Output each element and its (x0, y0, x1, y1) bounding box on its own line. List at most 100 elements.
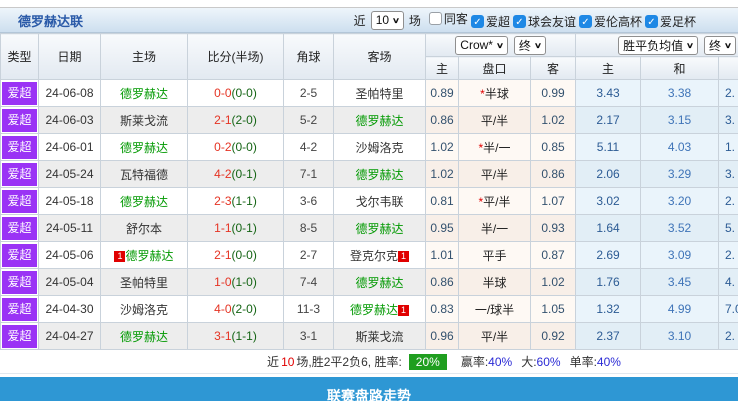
euro-away-odds: 3. (719, 107, 738, 134)
home-team-name[interactable]: 德罗赫达 (120, 141, 168, 155)
fulltime-score: 4-2 (214, 167, 231, 181)
away-team-name[interactable]: 沙姆洛克 (355, 141, 403, 155)
halftime-score: (0-1) (232, 221, 257, 235)
stat-value: 40% (488, 355, 512, 369)
score-cell: 4-2(0-1) (188, 161, 284, 188)
away-team-name[interactable]: 戈尔韦联 (355, 195, 403, 209)
section-header-league-trend[interactable]: 联赛盘路走势 (0, 377, 738, 401)
col-header-date: 日期 (39, 34, 101, 80)
filter-checkbox[interactable]: ✓爱超 (471, 13, 510, 30)
away-team-name[interactable]: 斯莱戈流 (355, 330, 403, 344)
checkbox-checked-icon[interactable]: ✓ (513, 15, 526, 28)
away-team-name[interactable]: 德罗赫达 (355, 276, 403, 290)
league-badge[interactable]: 爱超 (2, 271, 37, 294)
away-team-name[interactable]: 德罗赫达 (355, 222, 403, 236)
europe-odds-selects: 胜平负均值 ∨ 终 ∨ (576, 34, 738, 57)
league-cell: 爱超 (1, 107, 39, 134)
league-badge[interactable]: 爱超 (2, 217, 37, 240)
home-team-cell: 沙姆洛克 (101, 296, 188, 323)
checkbox-checked-icon[interactable]: ✓ (645, 15, 658, 28)
league-badge[interactable]: 爱超 (2, 82, 37, 105)
league-badge[interactable]: 爱超 (2, 298, 37, 321)
league-cell: 爱超 (1, 188, 39, 215)
europe-company-select[interactable]: 胜平负均值 ∨ (618, 36, 698, 55)
handicap-text: 平/半 (481, 330, 508, 344)
away-team-cell: 戈尔韦联 (334, 188, 426, 215)
filter-checkbox[interactable]: ✓爱足杯 (645, 13, 696, 30)
home-team-name[interactable]: 德罗赫达 (120, 87, 168, 101)
match-date: 24-06-01 (39, 134, 101, 161)
asia-away-odds: 0.87 (531, 242, 576, 269)
home-team-name[interactable]: 德罗赫达 (120, 195, 168, 209)
away-team-name[interactable]: 德罗赫达 (355, 114, 403, 128)
asia-home-odds: 0.86 (426, 107, 459, 134)
halftime-score: (0-1) (232, 167, 257, 181)
score-cell: 3-1(1-1) (188, 323, 284, 350)
home-team-name[interactable]: 德罗赫达 (120, 330, 168, 344)
summary-stat: 大:60% (521, 353, 560, 370)
league-badge[interactable]: 爱超 (2, 190, 37, 213)
col-header-euro-home: 主 (576, 57, 641, 80)
euro-home-odds: 1.76 (576, 269, 641, 296)
filter-checkbox[interactable]: ✓爱伦高杯 (579, 13, 642, 30)
away-team-name[interactable]: 圣帕特里 (355, 87, 403, 101)
col-header-away: 客场 (334, 34, 426, 80)
handicap-cell: 平/半 (459, 107, 531, 134)
home-team-cell: 德罗赫达 (101, 188, 188, 215)
league-badge[interactable]: 爱超 (2, 163, 37, 186)
asia-company-select[interactable]: Crow* ∨ (455, 36, 508, 55)
handicap-cell: *半/一 (459, 134, 531, 161)
col-header-corner: 角球 (284, 34, 334, 80)
league-badge[interactable]: 爱超 (2, 325, 37, 348)
away-team-cell: 斯莱戈流 (334, 323, 426, 350)
home-team-name[interactable]: 德罗赫达 (125, 249, 173, 263)
filter-checkbox[interactable]: 同客 (429, 10, 468, 27)
home-team-name[interactable]: 瓦特福德 (120, 168, 168, 182)
away-team-name[interactable]: 登克尔克 (350, 249, 398, 263)
league-badge[interactable]: 爱超 (2, 136, 37, 159)
corner-count: 3-1 (284, 323, 334, 350)
checkbox-checked-icon[interactable]: ✓ (579, 15, 592, 28)
match-date: 24-04-27 (39, 323, 101, 350)
chevron-down-icon: ∨ (496, 41, 504, 50)
filter-checkbox[interactable]: ✓球会友谊 (513, 13, 576, 30)
home-team-name[interactable]: 舒尔本 (126, 222, 162, 236)
home-team-cell: 德罗赫达 (101, 323, 188, 350)
away-team-name[interactable]: 德罗赫达 (355, 168, 403, 182)
home-team-name[interactable]: 沙姆洛克 (120, 303, 168, 317)
match-history-table: 类型 日期 主场 比分(半场) 角球 客场 Crow* ∨ 终 ∨ (0, 33, 738, 350)
asia-time-select[interactable]: 终 ∨ (514, 36, 546, 55)
chevron-down-icon: ∨ (534, 41, 542, 50)
stat-label: 赢率: (461, 355, 488, 369)
away-team-name[interactable]: 德罗赫达 (350, 303, 398, 317)
asia-home-odds: 0.95 (426, 215, 459, 242)
corner-count: 11-3 (284, 296, 334, 323)
match-row: 爱超 24-06-01 德罗赫达 0-2(0-0) 4-2 沙姆洛克 1.02 … (1, 134, 738, 161)
europe-time-select[interactable]: 终 ∨ (704, 36, 736, 55)
checkbox-checked-icon[interactable]: ✓ (471, 15, 484, 28)
red-card-badge: 1 (114, 251, 125, 262)
checkbox-unchecked-icon[interactable] (429, 12, 442, 25)
summary-bar: 近10场,胜2平2负6, 胜率: 20% 赢率:40% 大:60% 单率:40% (0, 350, 738, 373)
fulltime-score: 0-0 (214, 86, 231, 100)
match-row: 爱超 24-06-08 德罗赫达 0-0(0-0) 2-5 圣帕特里 0.89 … (1, 80, 738, 107)
europe-time-value: 终 (709, 37, 721, 54)
asia-home-odds: 1.02 (426, 134, 459, 161)
score-cell: 2-1(0-0) (188, 242, 284, 269)
odds-history-panel: 德罗赫达联 近 10 ∨ 场 同客✓爱超✓球会友谊✓爱伦高杯✓爱足杯 类型 日期… (0, 0, 738, 401)
fulltime-score: 4-0 (214, 302, 231, 316)
euro-home-odds: 5.11 (576, 134, 641, 161)
home-team-name[interactable]: 圣帕特里 (120, 276, 168, 290)
corner-count: 5-2 (284, 107, 334, 134)
col-header-handicap: 盘口 (459, 57, 531, 80)
league-badge[interactable]: 爱超 (2, 109, 37, 132)
league-badge[interactable]: 爱超 (2, 244, 37, 267)
fulltime-score: 2-1 (214, 248, 231, 262)
home-team-cell: 瓦特福德 (101, 161, 188, 188)
recent-count-select[interactable]: 10 ∨ (371, 11, 404, 30)
home-team-name[interactable]: 斯莱戈流 (120, 114, 168, 128)
euro-draw-odds: 3.52 (641, 215, 719, 242)
league-cell: 爱超 (1, 215, 39, 242)
euro-away-odds: 2. (719, 242, 738, 269)
halftime-score: (0-0) (232, 86, 257, 100)
